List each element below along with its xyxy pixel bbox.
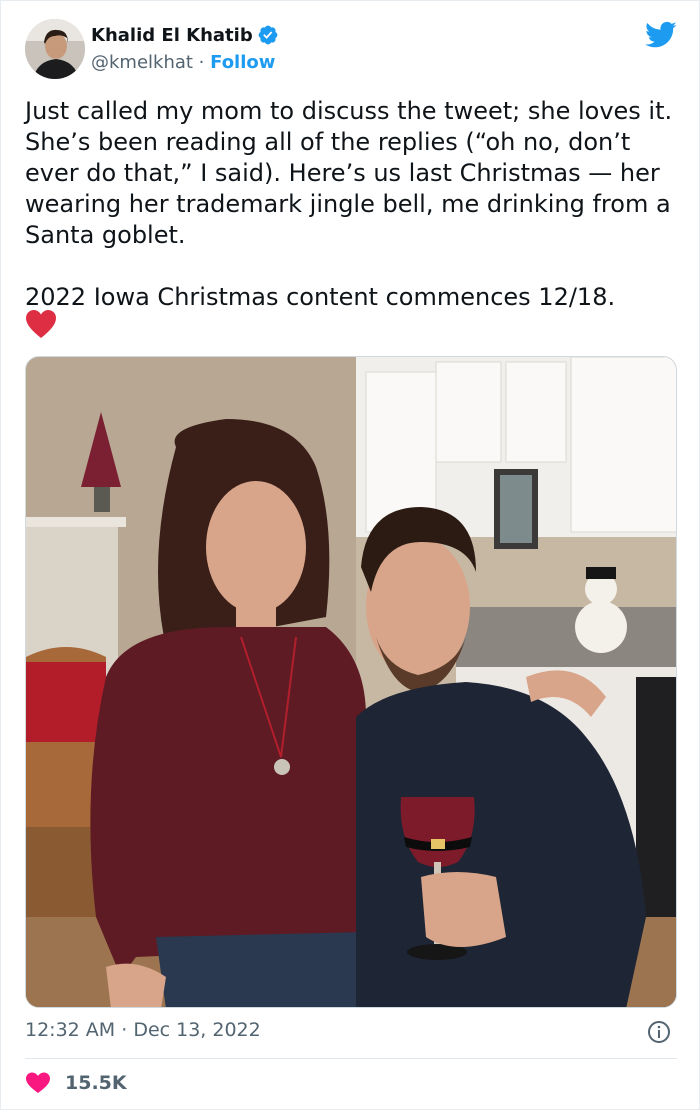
twitter-bird-icon[interactable] [645, 21, 677, 49]
heart-icon[interactable] [25, 1071, 51, 1095]
tweet-card: Khalid El Khatib @kmelkhat · Follow Just… [0, 0, 700, 1110]
red-heart-emoji-icon [26, 310, 56, 338]
tweet-header: Khalid El Khatib @kmelkhat · Follow [25, 19, 677, 81]
author-name-row: Khalid El Khatib [91, 24, 279, 46]
follow-button[interactable]: Follow [210, 52, 275, 73]
timestamp-separator: · [115, 1019, 134, 1041]
tweet-time: 12:32 AM [25, 1019, 116, 1041]
tweet-timestamp[interactable]: 12:32 AM · Dec 13, 2022 [25, 1019, 261, 1041]
tweet-text: Just called my mom to discuss the tweet;… [25, 97, 673, 311]
like-action[interactable]: 15.5K [25, 1071, 127, 1095]
author-handle-row: @kmelkhat · Follow [91, 52, 275, 73]
avatar[interactable] [25, 19, 85, 79]
divider [25, 1058, 677, 1059]
tweet-photo[interactable] [25, 356, 677, 1008]
verified-badge-icon [258, 25, 278, 45]
author-handle[interactable]: @kmelkhat [91, 52, 193, 73]
handle-separator: · [192, 52, 211, 73]
author-name[interactable]: Khalid El Khatib [91, 25, 253, 46]
like-count: 15.5K [65, 1072, 127, 1094]
photo-illustration [26, 357, 676, 1007]
info-icon[interactable] [647, 1020, 671, 1044]
tweet-date: Dec 13, 2022 [133, 1019, 261, 1041]
